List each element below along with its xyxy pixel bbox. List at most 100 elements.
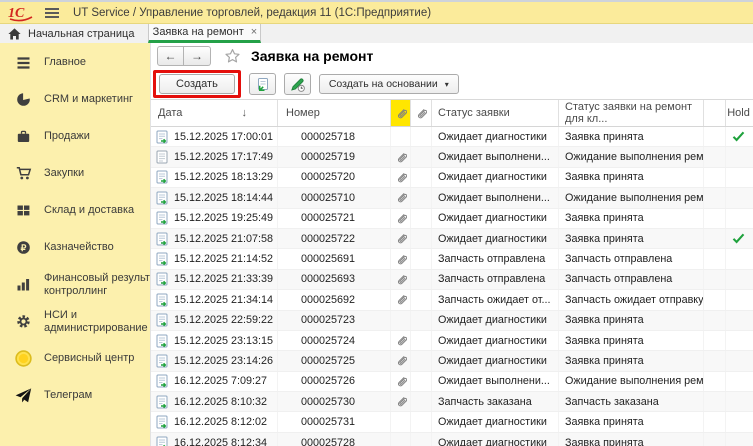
create-button[interactable]: Создать	[159, 74, 235, 94]
cell-spacer[interactable]	[704, 147, 726, 166]
column-header-spacer[interactable]	[704, 100, 726, 126]
table-row[interactable]: 16.12.2025 8:10:32000025730Запчасть зака…	[151, 392, 753, 412]
cell-status[interactable]: Ожидает выполнени...	[432, 372, 559, 391]
table-row[interactable]: 15.12.2025 23:13:15000025724Ожидает диаг…	[151, 331, 753, 351]
cell-hold[interactable]	[726, 147, 751, 166]
cell-spacer[interactable]	[704, 331, 726, 350]
cell-attachment[interactable]	[391, 311, 411, 330]
table-row[interactable]: 15.12.2025 18:13:29000025720Ожидает диаг…	[151, 168, 753, 188]
cell-status[interactable]: Запчасть заказана	[432, 392, 559, 411]
cell-date[interactable]: 15.12.2025 23:13:15	[151, 331, 278, 350]
cell-status-client[interactable]: Ожидание выполнения ремонта	[559, 147, 704, 166]
table-row[interactable]: 15.12.2025 22:59:22000025723Ожидает диаг…	[151, 311, 753, 331]
cell-status[interactable]: Ожидает диагностики	[432, 331, 559, 350]
sidebar-item-finrezultat[interactable]: Финансовый результат иконтроллинг	[0, 266, 150, 303]
table-row[interactable]: 15.12.2025 19:25:49000025721Ожидает диаг…	[151, 209, 753, 229]
tab-repair-request[interactable]: Заявка на ремонт ×	[148, 24, 261, 43]
cell-date[interactable]: 15.12.2025 19:25:49	[151, 209, 278, 228]
cell-attachment-2[interactable]	[411, 290, 432, 309]
table-row[interactable]: 15.12.2025 17:17:49000025719Ожидает выпо…	[151, 147, 753, 167]
cell-attachment-2[interactable]	[411, 229, 432, 248]
table-row[interactable]: 15.12.2025 21:33:39000025693Запчасть отп…	[151, 270, 753, 290]
sidebar-item-glavnoe[interactable]: Главное	[0, 44, 150, 81]
cell-status-client[interactable]: Заявка принята	[559, 168, 704, 187]
cell-spacer[interactable]	[704, 249, 726, 268]
cell-status[interactable]: Ожидает диагностики	[432, 311, 559, 330]
cell-attachment[interactable]	[391, 290, 411, 309]
cell-spacer[interactable]	[704, 433, 726, 446]
cell-spacer[interactable]	[704, 290, 726, 309]
cell-number[interactable]: 000025691	[278, 249, 391, 268]
sidebar-item-telegram[interactable]: Телеграм	[0, 377, 150, 414]
cell-attachment[interactable]	[391, 168, 411, 187]
table-row[interactable]: 16.12.2025 7:09:27000025726 Ожидает выпол…	[151, 372, 753, 392]
cell-attachment[interactable]	[391, 351, 411, 370]
cell-attachment[interactable]	[391, 209, 411, 228]
cell-number[interactable]: 000025730	[278, 392, 391, 411]
cell-status-client[interactable]: Запчасть заказана	[559, 392, 704, 411]
cell-spacer[interactable]	[704, 412, 726, 431]
cell-hold[interactable]	[726, 290, 751, 309]
sidebar-item-zakupki[interactable]: Закупки	[0, 155, 150, 192]
cell-hold[interactable]	[726, 127, 751, 146]
sidebar-item-crm[interactable]: CRM и маркетинг	[0, 81, 150, 118]
cell-attachment[interactable]	[391, 392, 411, 411]
cell-date[interactable]: 15.12.2025 18:13:29	[151, 168, 278, 187]
cell-hold[interactable]	[726, 372, 751, 391]
cell-hold[interactable]	[726, 351, 751, 370]
cell-date[interactable]: 15.12.2025 17:00:01	[151, 127, 278, 146]
cell-attachment-2[interactable]	[411, 249, 432, 268]
cell-status[interactable]: Ожидает диагностики	[432, 229, 559, 248]
table-row[interactable]: 15.12.2025 21:07:58000025722Ожидает диаг…	[151, 229, 753, 249]
cell-spacer[interactable]	[704, 372, 726, 391]
cell-attachment-2[interactable]	[411, 392, 432, 411]
cell-status-client[interactable]: Заявка принята	[559, 331, 704, 350]
cell-date[interactable]: 15.12.2025 23:14:26	[151, 351, 278, 370]
create-copy-button[interactable]	[249, 73, 276, 95]
cell-hold[interactable]	[726, 188, 751, 207]
column-header-date[interactable]: Дата↓	[151, 100, 278, 126]
sidebar-item-sklad[interactable]: Склад и доставка	[0, 192, 150, 229]
cell-attachment[interactable]	[391, 249, 411, 268]
cell-status[interactable]: Ожидает выполнени...	[432, 188, 559, 207]
cell-attachment[interactable]	[391, 331, 411, 350]
sidebar-item-nsi[interactable]: НСИ иадминистрирование	[0, 303, 150, 340]
table-row[interactable]: 15.12.2025 23:14:26000025725Ожидает диаг…	[151, 351, 753, 371]
cell-status[interactable]: Ожидает диагностики	[432, 412, 559, 431]
cell-attachment[interactable]	[391, 147, 411, 166]
cell-status[interactable]: Ожидает диагностики	[432, 351, 559, 370]
table-row[interactable]: 15.12.2025 21:34:14000025692Запчасть ожи…	[151, 290, 753, 310]
cell-attachment-2[interactable]	[411, 412, 432, 431]
deferred-posting-button[interactable]	[284, 73, 311, 95]
cell-status[interactable]: Запчасть отправлена	[432, 270, 559, 289]
cell-attachment-2[interactable]	[411, 433, 432, 446]
cell-status[interactable]: Ожидает диагностики	[432, 168, 559, 187]
cell-attachment[interactable]	[391, 270, 411, 289]
cell-number[interactable]: 000025719	[278, 147, 391, 166]
column-header-status-client[interactable]: Статус заявки на ремонт для кл...	[559, 100, 704, 126]
cell-status-client[interactable]: Заявка принята	[559, 209, 704, 228]
cell-spacer[interactable]	[704, 311, 726, 330]
cell-status[interactable]: Ожидает диагностики	[432, 209, 559, 228]
cell-number[interactable]: 000025726	[278, 372, 391, 391]
cell-status-client[interactable]: Заявка принята	[559, 311, 704, 330]
cell-status[interactable]: Запчасть отправлена	[432, 249, 559, 268]
cell-number[interactable]: 000025718	[278, 127, 391, 146]
cell-status-client[interactable]: Заявка принята	[559, 433, 704, 446]
main-menu-icon[interactable]	[45, 8, 59, 18]
cell-date[interactable]: 15.12.2025 21:33:39	[151, 270, 278, 289]
table-row[interactable]: 15.12.2025 17:00:01000025718Ожидает диаг…	[151, 127, 753, 147]
table-row[interactable]: 15.12.2025 18:14:44000025710Ожидает выпо…	[151, 188, 753, 208]
cell-date[interactable]: 16.12.2025 7:09:27	[151, 372, 278, 391]
back-button[interactable]: ←	[157, 46, 184, 66]
cell-spacer[interactable]	[704, 392, 726, 411]
cell-attachment-2[interactable]	[411, 311, 432, 330]
cell-hold[interactable]	[726, 311, 751, 330]
cell-date[interactable]: 15.12.2025 18:14:44	[151, 188, 278, 207]
cell-hold[interactable]	[726, 331, 751, 350]
cell-number[interactable]: 000025692	[278, 290, 391, 309]
cell-status-client[interactable]: Ожидание выполнения ремонта	[559, 188, 704, 207]
cell-hold[interactable]	[726, 412, 751, 431]
column-header-attachment[interactable]	[411, 100, 432, 126]
cell-status[interactable]: Ожидает диагностики	[432, 433, 559, 446]
